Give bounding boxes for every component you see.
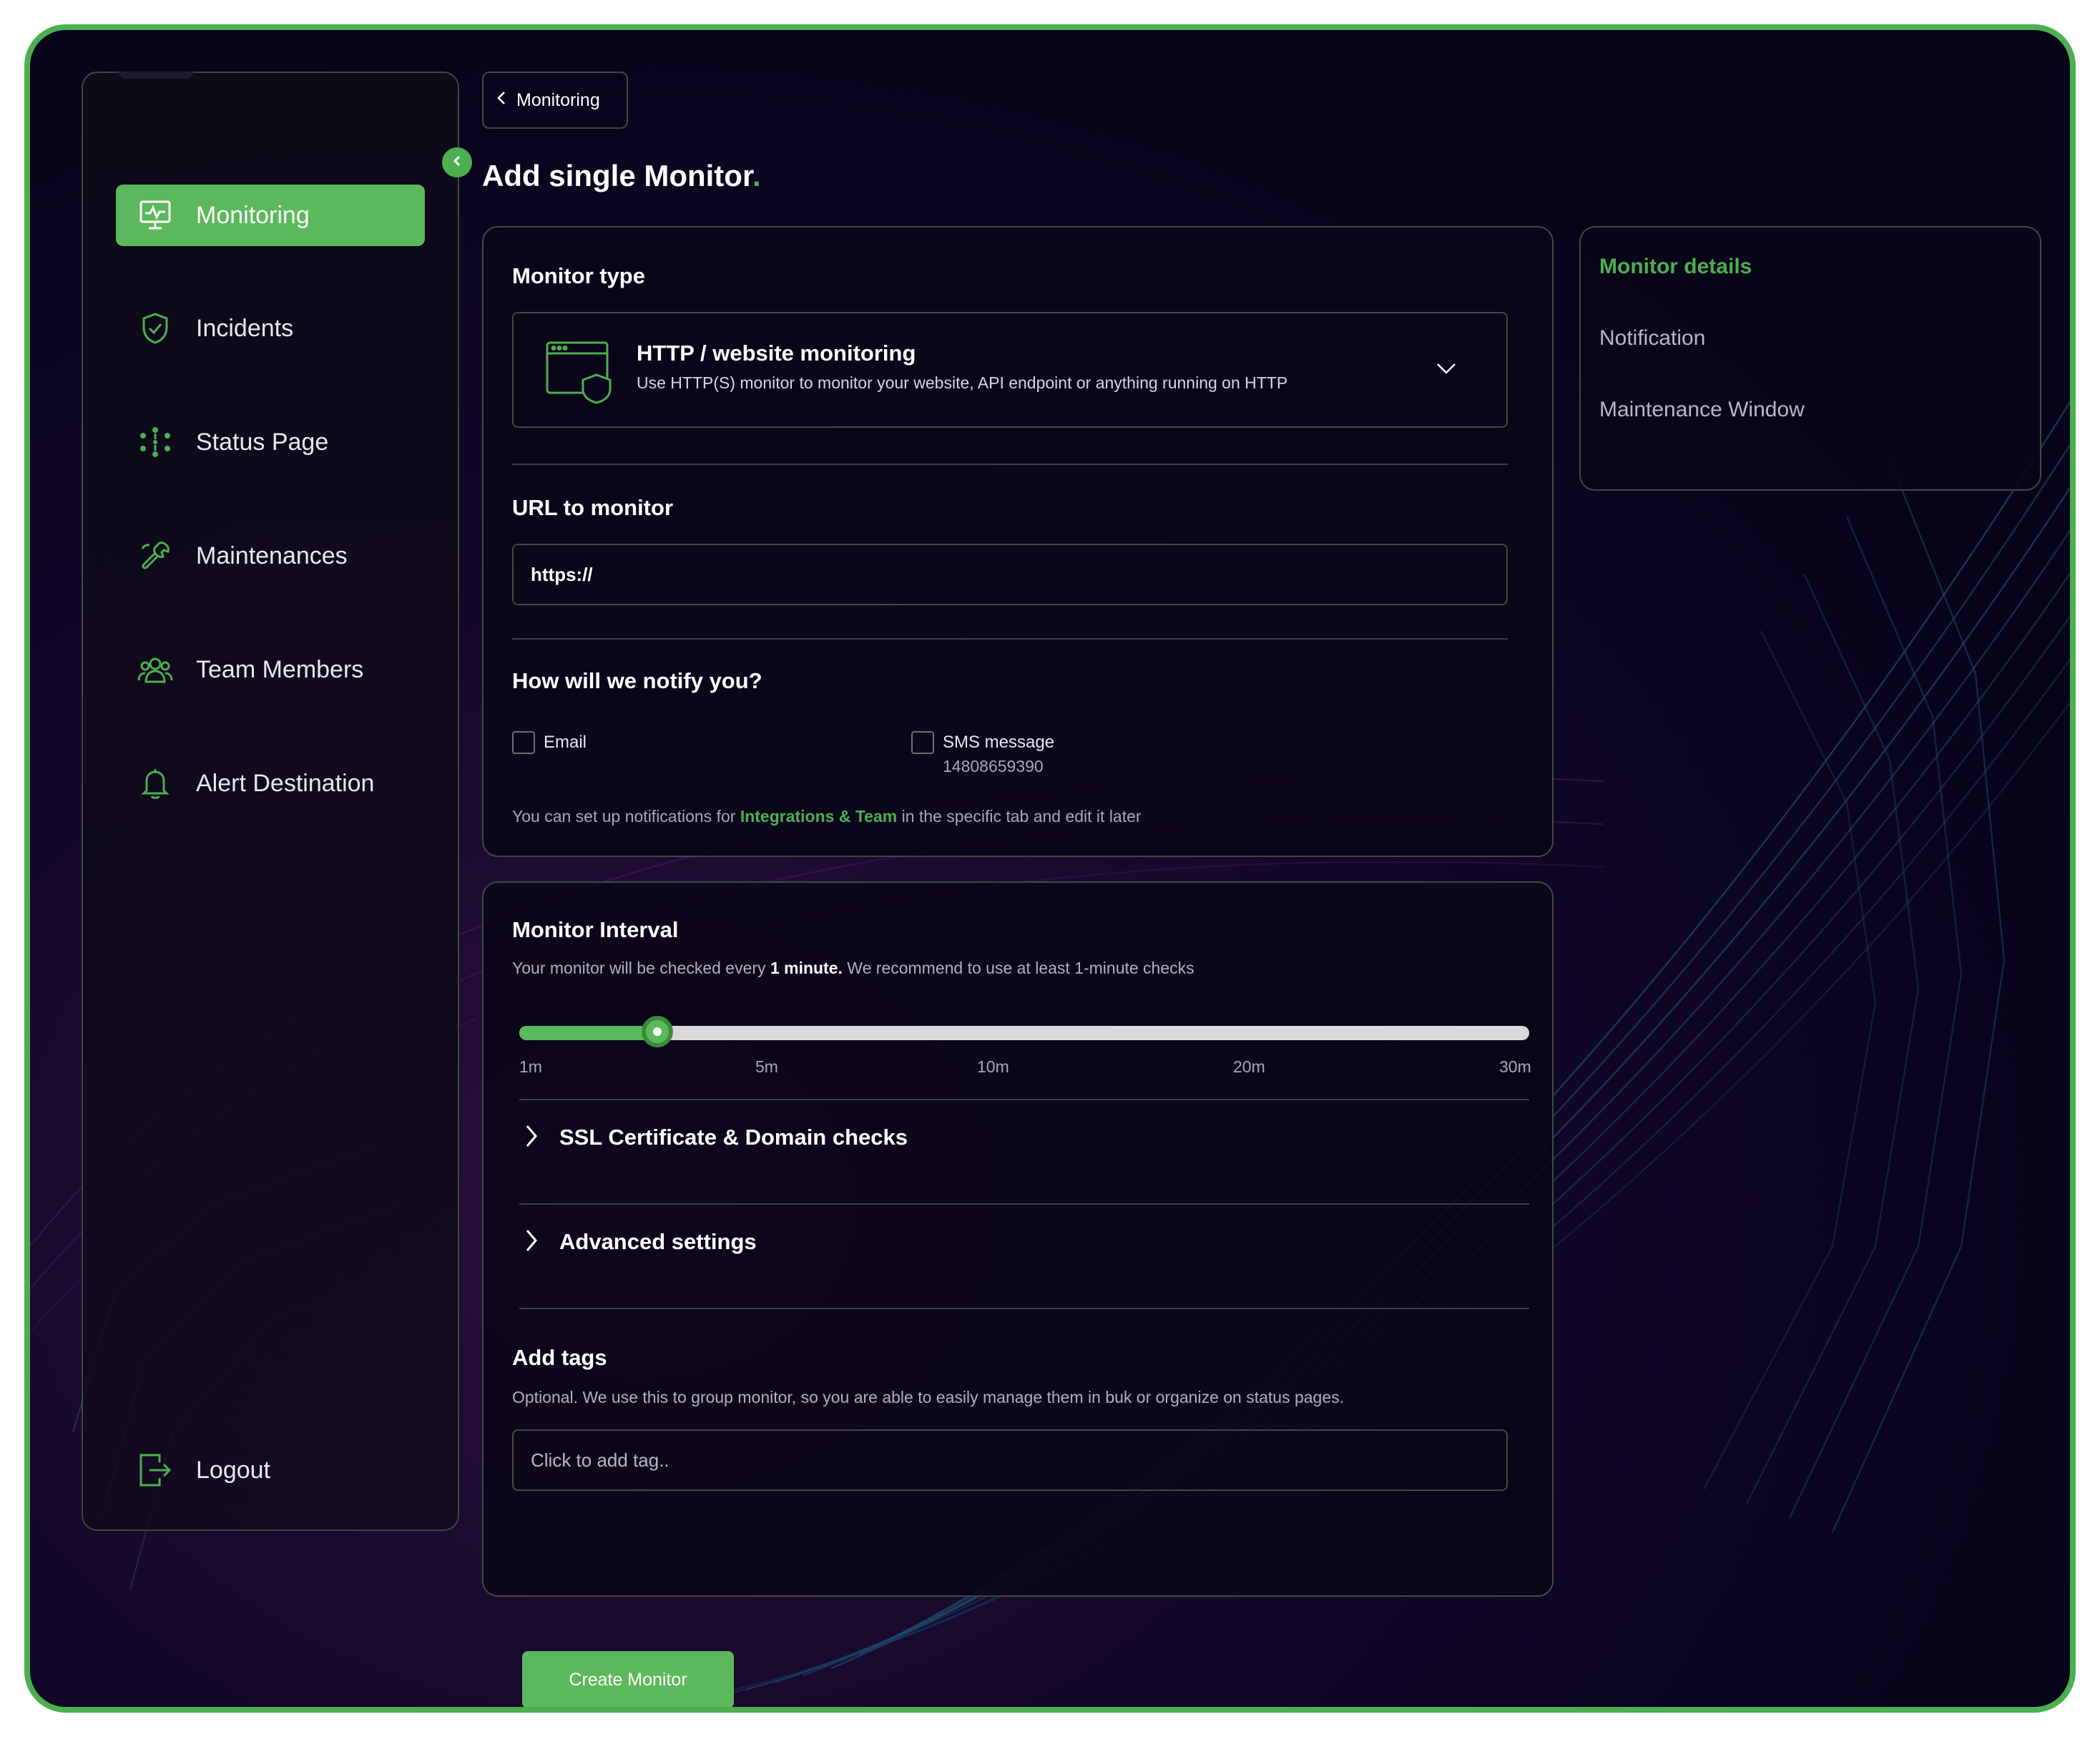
notify-hint-text: You can set up notifications for [512, 807, 740, 826]
sidebar: Monitoring Incidents Status Page Mainten… [82, 72, 459, 1531]
page-title: Add single Monitor. [482, 159, 761, 193]
url-input[interactable] [512, 544, 1508, 605]
section-nav-monitor-details[interactable]: Monitor details [1599, 255, 1752, 279]
shield-check-icon [137, 310, 173, 346]
email-checkbox[interactable] [512, 731, 535, 754]
tag-input[interactable] [512, 1429, 1508, 1491]
accordion-label: Advanced settings [559, 1229, 757, 1254]
sidebar-item-label: Monitoring [196, 201, 310, 229]
sidebar-item-label: Team Members [196, 655, 364, 683]
sms-number: 14808659390 [943, 757, 1044, 775]
accordion-label: SSL Certificate & Domain checks [559, 1125, 908, 1150]
divider [519, 1203, 1529, 1205]
sidebar-item-incidents[interactable]: Incidents [116, 298, 425, 359]
sms-checkbox[interactable] [911, 731, 934, 754]
back-button-label: Monitoring [516, 89, 600, 110]
logout-label: Logout [196, 1456, 270, 1484]
sms-checkbox-label: SMS message [943, 733, 1055, 752]
interval-tick: 5m [755, 1057, 778, 1076]
url-label: URL to monitor [512, 495, 674, 520]
sidebar-item-label: Incidents [196, 314, 294, 342]
integrations-team-link[interactable]: Integrations & Team [740, 807, 897, 826]
sidebar-item-label: Maintenances [196, 542, 348, 569]
interval-slider-thumb[interactable] [642, 1016, 674, 1047]
ssl-domain-accordion[interactable]: SSL Certificate & Domain checks [519, 1102, 1529, 1173]
browser-shield-icon [545, 341, 614, 408]
page-title-text: Add single Monitor [482, 159, 752, 192]
interval-tick: 10m [977, 1057, 1009, 1076]
notify-hint: You can set up notifications for Integra… [512, 807, 1142, 826]
divider [512, 638, 1508, 640]
monitor-type-title: HTTP / website monitoring [637, 341, 916, 366]
monitor-config-card: Monitor type HTTP / website monitoring U… [482, 226, 1554, 857]
logout-button[interactable]: Logout [116, 1439, 425, 1501]
app-frame: Monitoring Incidents Status Page Mainten… [24, 24, 2076, 1713]
sidebar-item-maintenances[interactable]: Maintenances [116, 525, 425, 587]
back-button[interactable]: Monitoring [482, 72, 628, 129]
monitor-type-label: Monitor type [512, 263, 645, 288]
interval-desc-text: We recommend to use at least 1-minute ch… [842, 959, 1194, 977]
interval-desc-value: 1 minute. [770, 959, 843, 977]
interval-label: Monitor Interval [512, 917, 679, 942]
notify-hint-text: in the specific tab and edit it later [897, 807, 1142, 826]
sidebar-item-label: Status Page [196, 428, 329, 456]
chevron-down-icon [1436, 362, 1456, 378]
advanced-settings-accordion[interactable]: Advanced settings [519, 1206, 1529, 1278]
sidebar-item-monitoring[interactable]: Monitoring [116, 185, 425, 246]
chevron-right-icon [524, 1123, 539, 1153]
logout-icon [137, 1452, 173, 1488]
sidebar-collapse-button[interactable] [442, 147, 472, 177]
monitor-interval-card: Monitor Interval Your monitor will be ch… [482, 881, 1554, 1597]
create-monitor-button[interactable]: Create Monitor [522, 1651, 734, 1707]
notify-label: How will we notify you? [512, 668, 762, 693]
section-nav-card: Monitor details Notification Maintenance… [1579, 226, 2041, 491]
interval-desc: Your monitor will be checked every 1 min… [512, 959, 1194, 978]
interval-tick: 30m [1499, 1057, 1531, 1076]
divider [519, 1308, 1529, 1309]
sidebar-item-status-page[interactable]: Status Page [116, 411, 425, 473]
monitor-type-select[interactable]: HTTP / website monitoring Use HTTP(S) mo… [512, 312, 1508, 428]
interval-tick: 1m [519, 1057, 542, 1076]
interval-tick: 20m [1233, 1057, 1265, 1076]
page-title-dot: . [752, 159, 761, 192]
sidebar-item-team-members[interactable]: Team Members [116, 639, 425, 700]
sidebar-notch [119, 72, 193, 79]
chevron-left-icon [496, 90, 506, 111]
monitor-icon [137, 197, 173, 233]
bell-icon [137, 765, 173, 801]
chevron-left-icon [451, 155, 463, 171]
email-checkbox-label: Email [544, 733, 587, 752]
monitor-type-desc: Use HTTP(S) monitor to monitor your webs… [637, 373, 1288, 392]
tags-desc: Optional. We use this to group monitor, … [512, 1388, 1345, 1406]
section-nav-notification[interactable]: Notification [1599, 326, 1705, 351]
team-icon [137, 652, 173, 688]
divider [519, 1099, 1529, 1100]
interval-slider[interactable] [519, 1016, 1529, 1047]
sidebar-item-alert-destination[interactable]: Alert Destination [116, 753, 425, 814]
interval-slider-fill [519, 1026, 658, 1040]
section-nav-maintenance-window[interactable]: Maintenance Window [1599, 398, 1805, 422]
divider [512, 464, 1508, 465]
sidebar-item-label: Alert Destination [196, 769, 375, 797]
wrench-icon [137, 538, 173, 574]
status-spark-icon [137, 424, 173, 460]
tags-label: Add tags [512, 1345, 607, 1370]
interval-desc-text: Your monitor will be checked every [512, 959, 770, 977]
chevron-right-icon [524, 1228, 539, 1257]
